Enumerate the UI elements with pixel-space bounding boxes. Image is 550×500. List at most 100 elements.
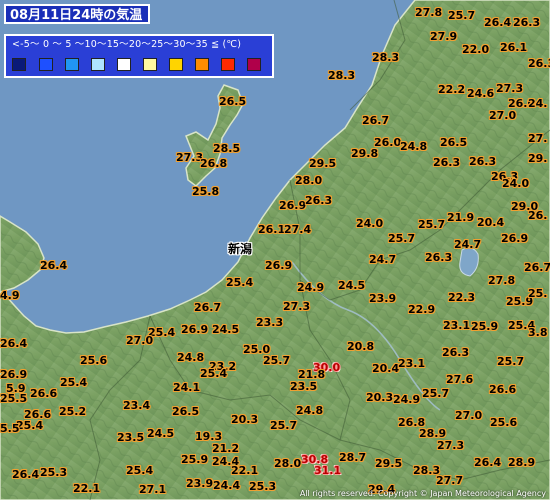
temperature-reading: 22.3 xyxy=(448,291,476,304)
temperature-reading: 27.3 xyxy=(496,82,524,95)
temperature-reading: 25.6 xyxy=(80,354,108,367)
temperature-reading: 29. xyxy=(528,152,548,165)
temperature-reading: 22.9 xyxy=(408,303,436,316)
legend-swatch xyxy=(91,58,105,71)
temperature-reading: 26.9 xyxy=(279,199,307,212)
temperature-reading: 24.1 xyxy=(173,381,201,394)
temperature-reading: 24.8 xyxy=(400,140,428,153)
temperature-reading: 24.7 xyxy=(369,253,397,266)
temperature-reading: 26.4 xyxy=(12,468,40,481)
temperature-reading: 26.6 xyxy=(30,387,58,400)
temperature-reading: 23.5 xyxy=(117,431,145,444)
legend-swatch xyxy=(247,58,261,71)
temperature-reading: 25.2 xyxy=(59,405,87,418)
temperature-reading: 24.8 xyxy=(296,404,324,417)
temperature-reading: 25.7 xyxy=(388,232,416,245)
weather-map: 08月11日24時の気温 <-5～ 0 ～ 5 ～10～15～20～25～30～… xyxy=(0,0,550,500)
temperature-reading: 25.4 xyxy=(200,367,228,380)
legend-swatch xyxy=(12,58,26,71)
temperature-reading: 28.5 xyxy=(213,142,241,155)
temperature-reading: 20.3 xyxy=(231,413,259,426)
temperature-reading: 29.5 xyxy=(375,457,403,470)
temperature-reading: 24.9 xyxy=(297,281,325,294)
temperature-reading: 25.7 xyxy=(418,218,446,231)
temperature-reading: 24.0 xyxy=(502,177,530,190)
temperature-reading: 22.0 xyxy=(462,43,490,56)
temperature-reading: 27.9 xyxy=(430,30,458,43)
temperature-reading: 24.4 xyxy=(213,479,241,492)
temperature-reading: 28.3 xyxy=(328,69,356,82)
temperature-reading: 28.0 xyxy=(274,457,302,470)
temperature-reading: 20.3 xyxy=(366,391,394,404)
legend-swatch xyxy=(195,58,209,71)
temperature-reading: 25.6 xyxy=(490,416,518,429)
temperature-reading: 25.9 xyxy=(181,453,209,466)
temperature-reading: 22.1 xyxy=(73,482,101,495)
temperature-reading: 21.2 xyxy=(212,442,240,455)
temperature-reading: 24.5 xyxy=(147,427,175,440)
temperature-reading: 24.6 xyxy=(467,87,495,100)
temperature-reading: 25.7 xyxy=(448,9,476,22)
temperature-reading: 23.9 xyxy=(186,477,214,490)
temperature-reading: 23.1 xyxy=(443,319,471,332)
temperature-reading: 26.9 xyxy=(0,368,28,381)
temperature-reading: 27.4 xyxy=(284,223,312,236)
temperature-reading: 27.6 xyxy=(446,373,474,386)
legend-swatch xyxy=(65,58,79,71)
temperature-reading: 25.4 xyxy=(60,376,88,389)
temperature-reading: 26.5 xyxy=(219,95,247,108)
temperature-reading: 27.0 xyxy=(126,334,154,347)
temperature-reading: 23.5 xyxy=(290,380,318,393)
temperature-reading: 20.8 xyxy=(347,340,375,353)
temperature-reading: 25.8 xyxy=(192,185,220,198)
temperature-reading: 26.3 xyxy=(469,155,497,168)
temperature-reading: 26.4 xyxy=(484,16,512,29)
temperature-reading: 29.8 xyxy=(351,147,379,160)
temperature-reading: 26.9 xyxy=(181,323,209,336)
temperature-reading: 24.0 xyxy=(356,217,384,230)
temperature-reading: 26.3 xyxy=(513,16,541,29)
temperature-reading: 25.7 xyxy=(497,355,525,368)
temperature-reading: 24.7 xyxy=(454,238,482,251)
temperature-reading: 28.3 xyxy=(372,51,400,64)
copyright: All rights reserved. Copyright © Japan M… xyxy=(299,489,546,498)
temperature-reading: 26. xyxy=(528,209,548,222)
temperature-reading: 26.4 xyxy=(40,259,68,272)
temperature-reading: 26.1 xyxy=(500,41,528,54)
temperature-reading: 25. xyxy=(528,287,548,300)
temperature-reading: 25.4 xyxy=(126,464,154,477)
temperature-reading: 23.9 xyxy=(369,292,397,305)
temperature-reading: 24.9 xyxy=(393,393,421,406)
temperature-reading: 24.5 xyxy=(338,279,366,292)
temperature-reading: 20.4 xyxy=(477,216,505,229)
legend-swatch xyxy=(39,58,53,71)
temperature-reading: 27.7 xyxy=(436,474,464,487)
temperature-reading: 26.7 xyxy=(524,261,550,274)
temperature-reading: 26.7 xyxy=(362,114,390,127)
temperature-reading: 25.4 xyxy=(16,419,44,432)
temperature-reading: 25.7 xyxy=(263,354,291,367)
temperature-reading: 23.4 xyxy=(123,399,151,412)
temperature-reading: 26.3 xyxy=(433,156,461,169)
temperature-reading: 27.0 xyxy=(455,409,483,422)
temperature-reading: 25.4 xyxy=(226,276,254,289)
temperature-reading: 26.3 xyxy=(305,194,333,207)
temperature-reading: 24. xyxy=(528,97,548,110)
temperature-reading: 26.1 xyxy=(258,223,286,236)
temperature-reading: 22.1 xyxy=(231,464,259,477)
temperature-reading: 28.0 xyxy=(295,174,323,187)
temperature-legend: <-5～ 0 ～ 5 ～10～15～20～25～30～35 ≦ (℃) xyxy=(4,34,274,78)
temperature-reading: 26.4 xyxy=(0,337,28,350)
temperature-reading: 26.3 xyxy=(425,251,453,264)
temperature-reading: 28.9 xyxy=(508,456,536,469)
temperature-reading: 27.8 xyxy=(415,6,443,19)
temperature-reading: 25.3 xyxy=(249,480,277,493)
temperature-reading: 27. xyxy=(528,132,548,145)
temperature-reading: 5.5 xyxy=(0,422,20,435)
temperature-reading: 24.5 xyxy=(212,323,240,336)
map-title: 08月11日24時の気温 xyxy=(4,4,151,24)
legend-swatch xyxy=(169,58,183,71)
temperature-reading: 25.5 xyxy=(0,392,28,405)
temperature-reading: 20.4 xyxy=(372,362,400,375)
temperature-reading: 27.8 xyxy=(488,274,516,287)
